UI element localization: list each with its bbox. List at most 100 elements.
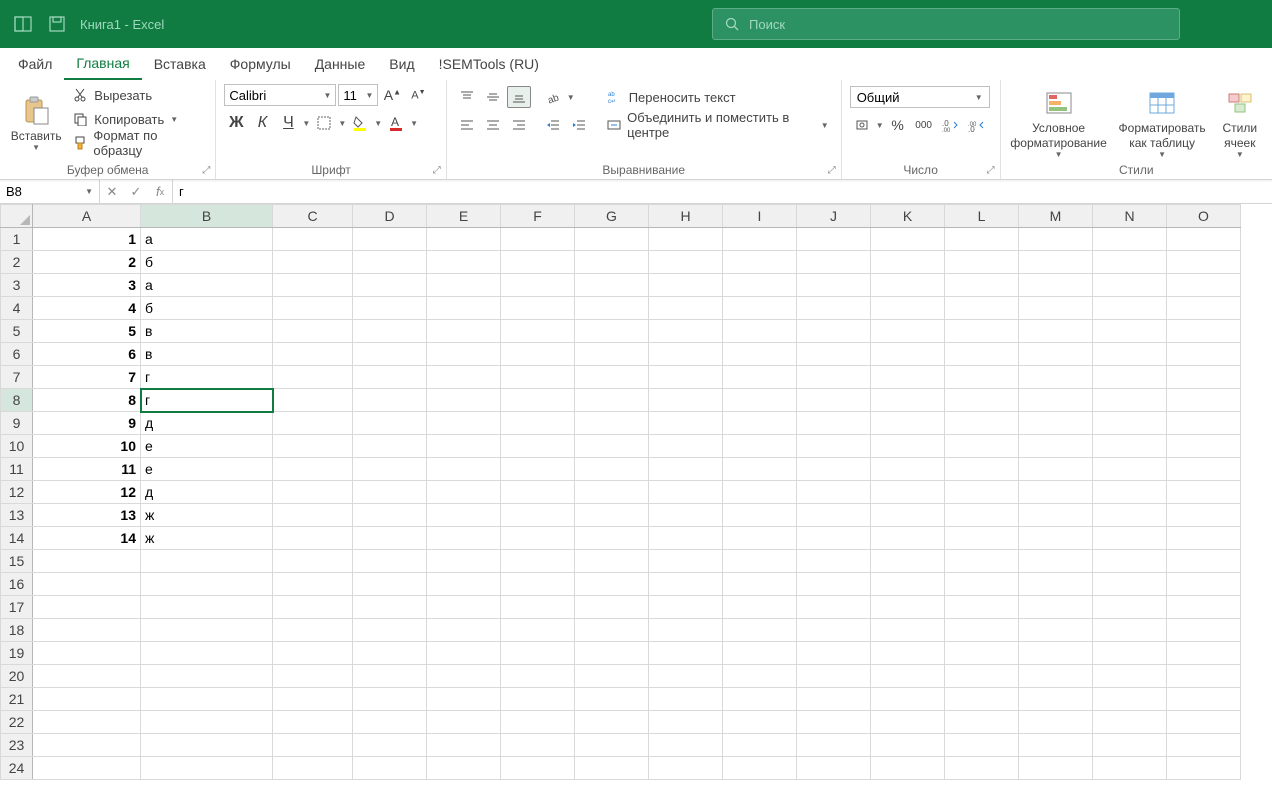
- cell[interactable]: [723, 297, 797, 320]
- cell[interactable]: [945, 320, 1019, 343]
- cell[interactable]: [575, 688, 649, 711]
- cell[interactable]: [1167, 642, 1241, 665]
- cell[interactable]: [353, 688, 427, 711]
- cell[interactable]: [945, 573, 1019, 596]
- cell[interactable]: [141, 711, 273, 734]
- cell[interactable]: [575, 481, 649, 504]
- cell[interactable]: [427, 642, 501, 665]
- cell[interactable]: ж: [141, 527, 273, 550]
- cell[interactable]: [649, 435, 723, 458]
- cell[interactable]: [945, 527, 1019, 550]
- cell[interactable]: [871, 481, 945, 504]
- cell[interactable]: [1167, 596, 1241, 619]
- cell[interactable]: [1019, 412, 1093, 435]
- cell[interactable]: [1093, 481, 1167, 504]
- cell[interactable]: [273, 711, 353, 734]
- cell[interactable]: [797, 297, 871, 320]
- cell[interactable]: [1019, 366, 1093, 389]
- cell[interactable]: [273, 366, 353, 389]
- cell[interactable]: [649, 504, 723, 527]
- fill-color-button[interactable]: [348, 112, 372, 134]
- align-top-button[interactable]: [455, 86, 479, 108]
- cell[interactable]: [273, 734, 353, 757]
- cell[interactable]: [649, 297, 723, 320]
- cell[interactable]: [273, 550, 353, 573]
- cell[interactable]: [273, 297, 353, 320]
- cell[interactable]: [1093, 642, 1167, 665]
- cell[interactable]: [575, 596, 649, 619]
- cell[interactable]: [871, 757, 945, 780]
- cell[interactable]: [945, 366, 1019, 389]
- cell[interactable]: [501, 366, 575, 389]
- row-header[interactable]: 23: [1, 734, 33, 757]
- cell[interactable]: [723, 596, 797, 619]
- cell[interactable]: [1167, 343, 1241, 366]
- cell[interactable]: [353, 642, 427, 665]
- row-header[interactable]: 10: [1, 435, 33, 458]
- cell[interactable]: [33, 688, 141, 711]
- cell[interactable]: [33, 711, 141, 734]
- cell[interactable]: 8: [33, 389, 141, 412]
- cell[interactable]: [273, 665, 353, 688]
- cell[interactable]: [1093, 320, 1167, 343]
- cell[interactable]: [797, 688, 871, 711]
- cell[interactable]: [1093, 504, 1167, 527]
- cell[interactable]: [353, 320, 427, 343]
- cell[interactable]: [353, 711, 427, 734]
- cell[interactable]: [723, 228, 797, 251]
- cell[interactable]: [33, 619, 141, 642]
- cell[interactable]: [1167, 251, 1241, 274]
- cell[interactable]: [1093, 274, 1167, 297]
- cell[interactable]: [353, 343, 427, 366]
- cell[interactable]: 7: [33, 366, 141, 389]
- column-header[interactable]: G: [575, 205, 649, 228]
- cell[interactable]: [649, 366, 723, 389]
- cell[interactable]: [353, 481, 427, 504]
- cell[interactable]: [575, 435, 649, 458]
- cell[interactable]: [575, 343, 649, 366]
- cell[interactable]: б: [141, 297, 273, 320]
- cell[interactable]: [353, 458, 427, 481]
- cell[interactable]: [871, 366, 945, 389]
- cell[interactable]: [1167, 412, 1241, 435]
- cell[interactable]: [723, 320, 797, 343]
- cell[interactable]: [797, 251, 871, 274]
- cell[interactable]: 14: [33, 527, 141, 550]
- cell[interactable]: [945, 481, 1019, 504]
- cell[interactable]: [575, 757, 649, 780]
- cell[interactable]: [273, 389, 353, 412]
- cell[interactable]: [723, 757, 797, 780]
- cell[interactable]: 3: [33, 274, 141, 297]
- cell[interactable]: [1093, 688, 1167, 711]
- borders-button[interactable]: [312, 112, 336, 134]
- cell[interactable]: [723, 389, 797, 412]
- column-header[interactable]: O: [1167, 205, 1241, 228]
- cell[interactable]: [141, 550, 273, 573]
- cell[interactable]: [723, 665, 797, 688]
- cell[interactable]: ж: [141, 504, 273, 527]
- column-header[interactable]: J: [797, 205, 871, 228]
- row-header[interactable]: 9: [1, 412, 33, 435]
- cell[interactable]: [1093, 228, 1167, 251]
- cell[interactable]: 4: [33, 297, 141, 320]
- cell[interactable]: [945, 711, 1019, 734]
- cell[interactable]: д: [141, 481, 273, 504]
- cell[interactable]: [575, 573, 649, 596]
- cell[interactable]: [141, 619, 273, 642]
- cell[interactable]: [871, 343, 945, 366]
- cell[interactable]: [273, 435, 353, 458]
- cell[interactable]: [575, 504, 649, 527]
- cell[interactable]: [1093, 527, 1167, 550]
- cell[interactable]: [273, 320, 353, 343]
- row-header[interactable]: 4: [1, 297, 33, 320]
- cell[interactable]: [1019, 711, 1093, 734]
- cell[interactable]: [649, 527, 723, 550]
- cell[interactable]: [141, 757, 273, 780]
- cell[interactable]: [723, 343, 797, 366]
- cell[interactable]: [141, 734, 273, 757]
- cell[interactable]: 6: [33, 343, 141, 366]
- cell[interactable]: [1019, 320, 1093, 343]
- cell[interactable]: [575, 412, 649, 435]
- column-header[interactable]: K: [871, 205, 945, 228]
- cell[interactable]: [649, 412, 723, 435]
